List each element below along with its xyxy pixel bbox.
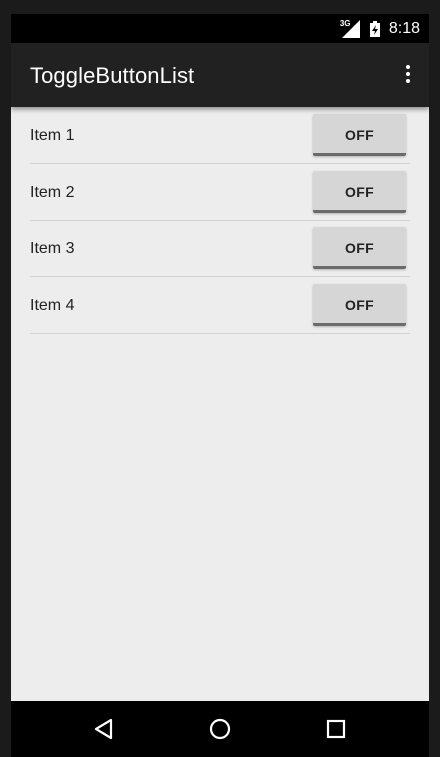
status-icons: 3G 8:18 (339, 14, 420, 43)
list-item: Item 4 OFF (30, 277, 410, 334)
toggle-button[interactable]: OFF (313, 114, 406, 156)
recents-icon[interactable] (321, 714, 351, 744)
status-clock: 8:18 (388, 19, 420, 37)
network-type: 3G (339, 18, 351, 28)
toggle-list: Item 1 OFF Item 2 OFF Item 3 OFF Item 4 … (11, 107, 429, 701)
item-label: Item 2 (30, 184, 75, 201)
toggle-button[interactable]: OFF (313, 284, 406, 326)
battery-icon (369, 20, 380, 37)
toggle-label: OFF (345, 297, 374, 313)
toggle-indicator (313, 153, 406, 156)
toggle-label: OFF (345, 184, 374, 200)
device-screen: 3G 8:18 ToggleButtonList Item 1 OFF Item… (11, 14, 429, 757)
toggle-indicator (313, 210, 406, 213)
toggle-button[interactable]: OFF (313, 227, 406, 269)
list-item: Item 3 OFF (30, 220, 410, 277)
app-bar: ToggleButtonList (11, 43, 429, 107)
toggle-indicator (313, 266, 406, 269)
list-item: Item 2 OFF (30, 164, 410, 221)
list-item: Item 1 OFF (30, 107, 410, 164)
toggle-indicator (313, 323, 406, 326)
item-label: Item 3 (30, 240, 75, 257)
home-icon[interactable] (205, 714, 235, 744)
overflow-menu-icon[interactable] (405, 65, 411, 85)
back-icon[interactable] (89, 714, 119, 744)
status-bar: 3G 8:18 (11, 14, 429, 43)
toggle-button[interactable]: OFF (313, 171, 406, 213)
navigation-bar (11, 701, 429, 757)
item-label: Item 1 (30, 127, 75, 144)
toggle-label: OFF (345, 240, 374, 256)
item-label: Item 4 (30, 297, 75, 314)
toggle-label: OFF (345, 127, 374, 143)
signal-icon: 3G (339, 18, 360, 38)
app-title: ToggleButtonList (30, 63, 195, 88)
